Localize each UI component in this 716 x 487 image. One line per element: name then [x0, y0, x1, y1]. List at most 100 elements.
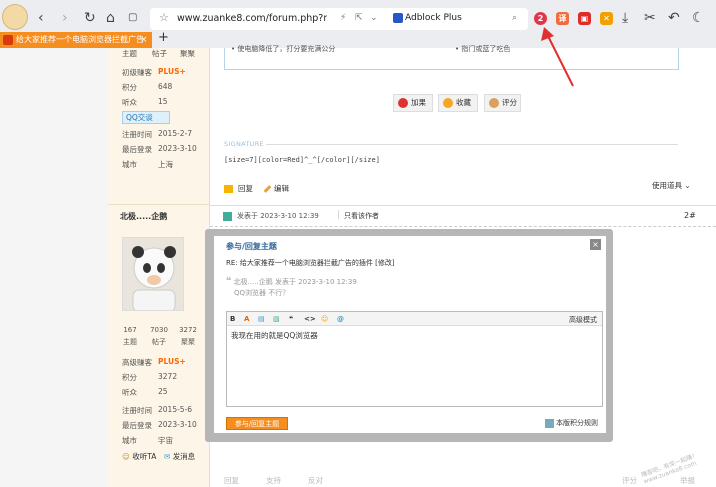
night-mode-icon[interactable]: ☾	[692, 11, 705, 25]
bookmark-star-icon[interactable]: ☆	[159, 11, 169, 24]
new-window-icon[interactable]: ▢	[128, 11, 137, 25]
quote-author: 北极.....企鹅 发表于 2023-3-10 12:39	[233, 278, 357, 286]
panda-avatar-icon	[123, 238, 183, 310]
register-label: 注册时间	[122, 406, 152, 415]
share-icon[interactable]: ⇱	[355, 13, 363, 23]
points-rules-link[interactable]: 本版积分规则	[545, 418, 598, 428]
content-box: • 使电脑降低了，打分要充满公分 • 指门或蓝了吃色	[224, 45, 679, 70]
coin-count[interactable]: 3272	[176, 326, 200, 334]
last-login-value: 2023-3-10	[158, 144, 197, 153]
quote-block: ❝ 北极.....企鹅 发表于 2023-3-10 12:39 QQ浏览器 不行…	[226, 276, 357, 297]
qq-chat-label[interactable]: QQ交谈	[126, 113, 153, 122]
undo-icon[interactable]: ↶	[668, 11, 680, 25]
city-value: 宇宙	[158, 436, 173, 445]
author-avatar[interactable]	[122, 237, 184, 311]
url-text[interactable]: www.zuanke8.com/forum.php?moc	[177, 13, 327, 24]
post-label[interactable]: 帖子	[147, 337, 171, 347]
adblock-extension-icon[interactable]: 2	[534, 12, 547, 25]
content-text: • 使电脑降低了，打分要充满公分	[231, 45, 336, 53]
advanced-mode-link[interactable]: 高级模式	[569, 315, 597, 325]
listeners-value: 15	[158, 97, 168, 106]
editor-content[interactable]: 我现在用的就是QQ浏览器	[231, 330, 318, 341]
register-value: 2015-5-6	[158, 405, 193, 414]
stat-label: 聚聚	[180, 49, 195, 58]
ghost-rate: 评分	[622, 476, 637, 485]
apple-icon	[398, 98, 408, 108]
address-bar[interactable]: ☆ www.zuanke8.com/forum.php?moc ⚡ ⇱ ⌄ Ad…	[150, 8, 528, 30]
topic-label[interactable]: 主题	[118, 337, 142, 347]
image-icon[interactable]: ▤	[258, 315, 265, 323]
rank-label[interactable]: 初级赚客	[122, 67, 152, 78]
content-text: • 指门或蓝了吃色	[455, 45, 511, 53]
star-icon	[443, 98, 453, 108]
register-value: 2015-2-7	[158, 129, 193, 138]
code-icon[interactable]: <>	[304, 315, 316, 323]
tab-active[interactable]: 给大家推荐一个电脑浏览器拦截广告 ×	[0, 32, 152, 48]
reload-icon[interactable]: ↻	[84, 11, 96, 25]
forward-icon[interactable]: ›	[62, 11, 68, 25]
follow-link[interactable]: ☺ 收听TA	[122, 451, 156, 462]
tab-title[interactable]: 给大家推荐一个电脑浏览器拦截广告	[16, 35, 144, 44]
editor-toolbar: B A ▤ ▧ ❝ <> ☺ @ 高级模式	[227, 312, 602, 326]
signature-label: SIGNATURE	[224, 140, 264, 148]
lightning-icon[interactable]: ⚡	[340, 13, 346, 23]
tab-bar: 给大家推荐一个电脑浏览器拦截广告 × +	[0, 30, 716, 48]
tools-extension-icon[interactable]: ✕	[600, 12, 613, 25]
back-icon[interactable]: ‹	[38, 11, 44, 25]
scissors-icon[interactable]: ✂	[644, 11, 656, 25]
search-icon[interactable]: ⌕	[512, 13, 517, 23]
modal-title: 参与/回复主题	[226, 242, 277, 251]
reply-editor[interactable]: B A ▤ ▧ ❝ <> ☺ @ 高级模式 我现在用的就是QQ浏览器	[226, 311, 603, 407]
add-button[interactable]: 加果	[393, 94, 433, 112]
mention-icon[interactable]: @	[337, 315, 344, 323]
listeners-label: 听众	[122, 388, 137, 397]
search-engine-label[interactable]: Adblock Plus	[405, 13, 462, 23]
stat-label: 主题	[122, 49, 137, 58]
download-icon[interactable]: ⤓	[622, 11, 628, 25]
post-header: 发表于 2023-3-10 12:39 | 只看该作者 2#	[210, 205, 716, 227]
quote-icon[interactable]: ❝	[289, 315, 293, 323]
reply-link[interactable]: 回复	[224, 183, 253, 194]
reply-subject: RE: 给大家推荐一个电脑浏览器拦截广告的插件 [修改]	[226, 259, 395, 267]
only-author-link[interactable]: 只看该作者	[344, 211, 379, 221]
favorite-button[interactable]: 收藏	[438, 94, 478, 112]
points-value: 3272	[158, 372, 178, 381]
profile-avatar[interactable]	[2, 4, 28, 30]
font-color-icon[interactable]: A	[244, 315, 249, 323]
last-login-label: 最后登录	[122, 421, 152, 430]
points-value: 648	[158, 82, 173, 91]
signature-divider	[266, 144, 678, 145]
coin-label[interactable]: 聚聚	[176, 337, 200, 347]
bold-icon[interactable]: B	[230, 315, 235, 323]
emoji-icon[interactable]: ☺	[321, 315, 328, 323]
floor-number[interactable]: 2#	[684, 211, 696, 220]
topic-count[interactable]: 167	[118, 326, 142, 334]
extension-icon[interactable]: ▣	[578, 12, 591, 25]
tools-menu[interactable]: 使用道具 ⌄	[652, 180, 691, 191]
author-name[interactable]: 北极.....企鹅	[120, 211, 167, 222]
listeners-label: 听众	[122, 98, 137, 107]
rank-label[interactable]: 高级赚客	[122, 357, 152, 368]
close-tab-icon[interactable]: ×	[140, 32, 148, 48]
ghost-oppose: 反对	[308, 476, 323, 485]
new-tab-icon[interactable]: +	[158, 30, 169, 45]
submit-reply-button[interactable]: 参与/回复主题	[226, 417, 288, 430]
translate-extension-icon[interactable]: 译	[556, 12, 569, 25]
signature-text: [size=7][color=Red]^_^[/color][/size]	[224, 156, 380, 164]
message-link[interactable]: ✉ 发消息	[164, 451, 195, 462]
attachment-icon[interactable]: ▧	[273, 315, 280, 323]
rate-button[interactable]: 评分	[484, 94, 521, 112]
post-count[interactable]: 7030	[147, 326, 171, 334]
page-left-margin	[0, 48, 108, 487]
qq-chat-button[interactable]: QQ交谈	[122, 111, 170, 124]
search-engine-icon[interactable]	[393, 13, 403, 23]
reply-modal: 参与/回复主题 × RE: 给大家推荐一个电脑浏览器拦截广告的插件 [修改] ❝…	[214, 236, 606, 433]
edit-link[interactable]: 编辑	[263, 183, 289, 194]
dropdown-icon[interactable]: ⌄	[370, 13, 378, 23]
home-icon[interactable]: ⌂	[106, 11, 115, 25]
thumb-icon	[489, 98, 499, 108]
follow-icon: ☺	[122, 452, 130, 461]
city-label: 城市	[122, 436, 137, 445]
close-icon[interactable]: ×	[590, 239, 601, 250]
rank-badge: PLUS+	[158, 67, 186, 76]
